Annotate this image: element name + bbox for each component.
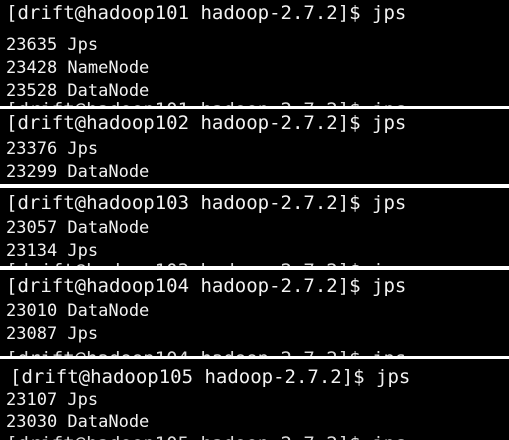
process-line: 23635 Jps — [6, 35, 99, 55]
terminal-hadoop103: [drift@hadoop103 hadoop-2.7.2]$ jps 2305… — [0, 188, 509, 266]
clipped-next-prompt: [drift@hadoop103 hadoop-2.7.2]$ jps — [6, 262, 406, 266]
clipped-next-prompt: [drift@hadoop101 hadoop-2.7.2]$ jps — [6, 101, 406, 106]
terminal-hadoop102: [drift@hadoop102 hadoop-2.7.2]$ jps 2337… — [0, 109, 509, 184]
process-line: 23087 Jps — [6, 324, 99, 344]
process-line: 23528 DataNode — [6, 81, 150, 101]
process-line: 23299 DataNode — [6, 162, 150, 182]
process-line: 23057 DataNode — [6, 218, 150, 238]
command-prompt: [drift@hadoop105 hadoop-2.7.2]$ jps — [10, 366, 411, 388]
terminal-hadoop104: [drift@hadoop104 hadoop-2.7.2]$ jps 2301… — [0, 270, 509, 356]
process-line: 23134 Jps — [6, 241, 99, 261]
terminal-hadoop101: [drift@hadoop101 hadoop-2.7.2]$ jps 2363… — [0, 0, 509, 106]
process-line: 23428 NameNode — [6, 58, 150, 78]
process-line: 23376 Jps — [6, 139, 99, 159]
command-prompt: [drift@hadoop104 hadoop-2.7.2]$ jps — [6, 275, 407, 297]
process-line: 23107 Jps — [6, 390, 99, 410]
command-prompt: [drift@hadoop103 hadoop-2.7.2]$ jps — [6, 192, 407, 214]
process-line: 23010 DataNode — [6, 301, 150, 321]
clipped-next-prompt: [drift@hadoop105 hadoop-2.7.2]$ jps — [6, 435, 406, 440]
command-prompt: [drift@hadoop102 hadoop-2.7.2]$ jps — [6, 112, 407, 134]
clipped-next-prompt: [drift@hadoop104 hadoop-2.7.2]$ jps — [6, 350, 406, 356]
terminal-hadoop105: [drift@hadoop105 hadoop-2.7.2]$ jps 2310… — [0, 359, 509, 440]
process-line: 23030 DataNode — [6, 412, 150, 432]
command-prompt: [drift@hadoop101 hadoop-2.7.2]$ jps — [6, 2, 407, 24]
